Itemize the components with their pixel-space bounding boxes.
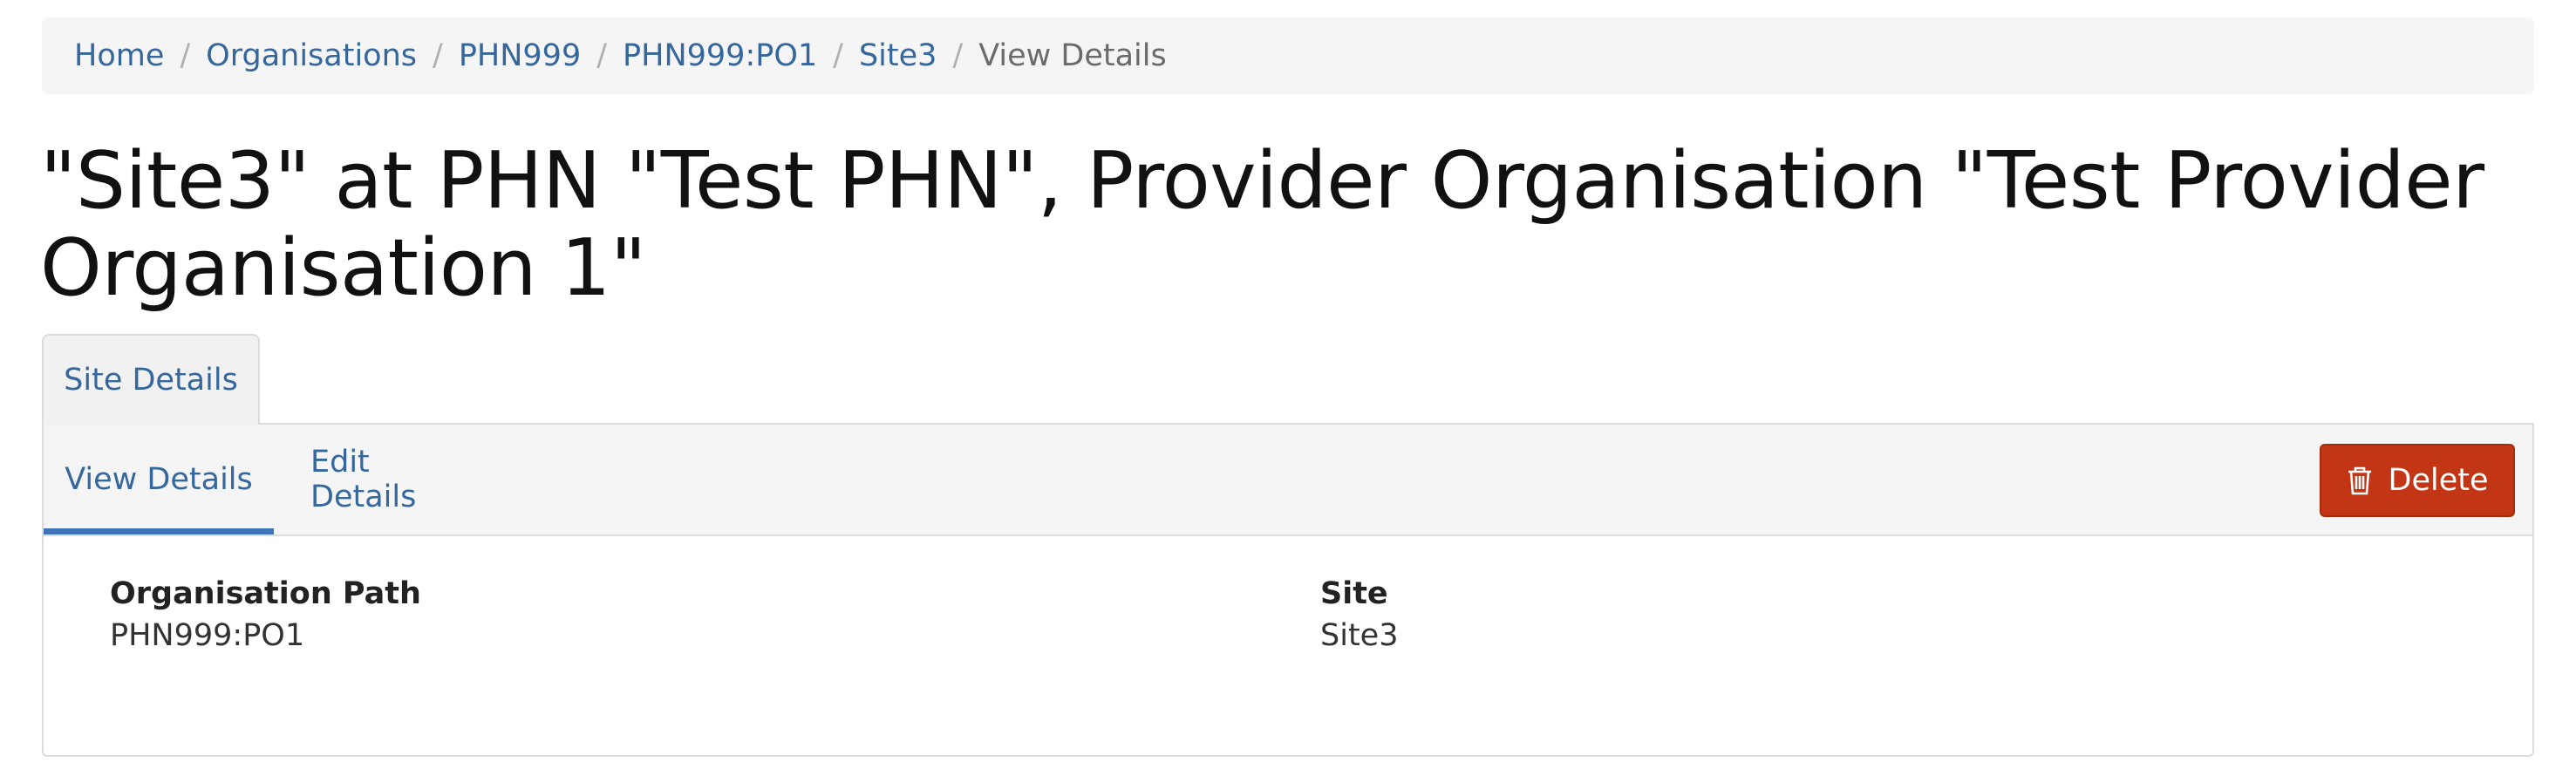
organisation-path-label: Organisation Path [110, 576, 421, 611]
organisation-path-field: Organisation Path PHN999:PO1 [110, 573, 421, 657]
breadcrumb-separator: / [596, 38, 608, 73]
details-subnav: View Details Edit Details Delete [44, 425, 2532, 536]
delete-button-label: Delete [2388, 463, 2489, 498]
tab-view-details[interactable]: View Details [44, 425, 274, 534]
organisation-path-value: PHN999:PO1 [110, 618, 305, 653]
tab-edit-details[interactable]: Edit Details [310, 425, 476, 534]
breadcrumb-home-link[interactable]: Home [74, 38, 164, 73]
breadcrumb-phn-link[interactable]: PHN999 [459, 38, 581, 73]
site-value: Site3 [1320, 618, 1399, 653]
breadcrumb-separator: / [433, 38, 443, 73]
breadcrumb-current: View Details [978, 38, 1167, 73]
breadcrumb-provider-org-link[interactable]: PHN999:PO1 [623, 38, 817, 73]
breadcrumb-separator: / [833, 38, 843, 73]
site-field: Site Site3 [1320, 573, 1398, 657]
breadcrumb-separator: / [952, 38, 964, 73]
trash-icon [2348, 466, 2371, 495]
tab-site-details[interactable]: Site Details [42, 334, 260, 425]
page-title: "Site3" at PHN "Test PHN", Provider Orga… [40, 135, 2484, 314]
breadcrumb-separator: / [180, 38, 191, 73]
breadcrumb-organisations-link[interactable]: Organisations [206, 38, 417, 73]
breadcrumb-site-link[interactable]: Site3 [859, 38, 937, 73]
breadcrumb: Home / Organisations / PHN999 / PHN999:P… [42, 17, 2534, 94]
site-details-panel: View Details Edit Details Delete Organis… [42, 423, 2534, 757]
delete-button[interactable]: Delete [2320, 444, 2515, 517]
site-label: Site [1320, 576, 1388, 611]
